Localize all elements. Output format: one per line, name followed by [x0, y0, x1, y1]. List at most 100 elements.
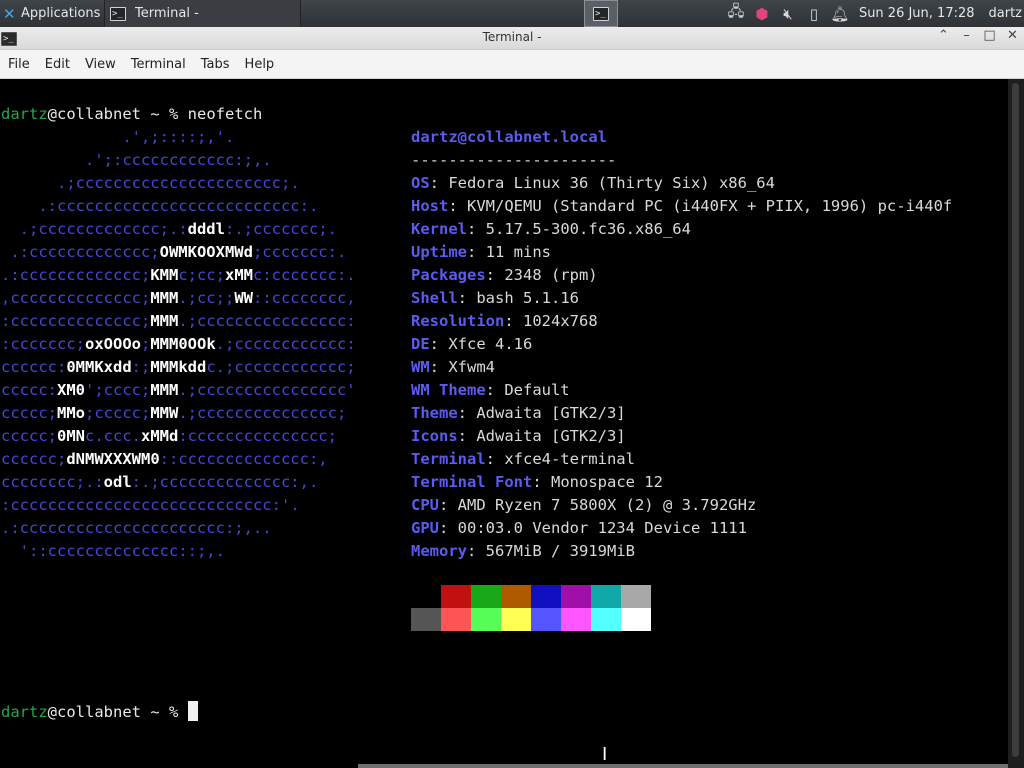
battery-icon[interactable]: ▯	[801, 5, 827, 23]
info-value: : 567MiB / 3919MiB	[467, 542, 635, 560]
logo-segment: .;ccccccccccccc;.:	[1, 220, 188, 238]
info-value: : Adwaita [GTK2/3]	[457, 427, 626, 445]
logo-line: .;cccccccccccccccccccccc;.	[1, 172, 300, 195]
info-key: Icons	[411, 427, 458, 445]
menubar: File Edit View Terminal Tabs Help	[0, 50, 1024, 79]
logo-segment: c;cc;	[178, 266, 225, 284]
system-tray: 🖧 ⬢ 🔇︎ ▯ 🔔︎ Sun 26 Jun, 17:28 dartz	[723, 0, 1024, 27]
logo-line: cccccc:0MMKxdd:;MMMkddc.;cccccccccccc;	[1, 356, 356, 379]
logo-line: cccccc;dNMWXXXWM0::cccccccccccccc:,	[1, 448, 328, 471]
logo-line: .';:cccccccccccc:;,.	[1, 149, 272, 172]
logo-f-segment: MMW	[150, 404, 179, 422]
menu-tabs[interactable]: Tabs	[201, 57, 230, 72]
palette-swatch	[621, 608, 651, 631]
info-row: Uptime: 11 mins	[411, 241, 551, 264]
window-resize-edge[interactable]	[358, 764, 1008, 768]
shade-button[interactable]: ⌃	[932, 28, 955, 43]
logo-segment: c.ccc.	[85, 427, 141, 445]
info-row: Memory: 567MiB / 3919MiB	[411, 540, 635, 563]
info-row: Shell: bash 5.1.16	[411, 287, 579, 310]
info-value: : Monospace 12	[532, 473, 663, 491]
logo-segment: ;ccccc;	[85, 404, 151, 422]
info-key: Terminal Font	[411, 473, 533, 491]
logo-line: .:ccccccccccccc;KMMc;cc;xMMc:ccccccc:.	[1, 264, 356, 287]
logo-line: .:ccccccccccccc;OWMKOOXMWd;ccccccc:.	[1, 241, 346, 264]
logo-line: :cccccccccccccccccccccccccccc:'.	[1, 494, 300, 517]
logo-segment: ccccc:	[1, 381, 57, 399]
palette-swatch	[501, 608, 531, 631]
palette-swatch	[471, 608, 501, 631]
package-icon[interactable]: ⬢	[749, 5, 775, 23]
prompt-user: dartz	[1, 105, 48, 123]
menu-help[interactable]: Help	[245, 57, 275, 72]
minimize-button[interactable]: –	[955, 28, 978, 43]
info-row: CPU: AMD Ryzen 7 5800X (2) @ 3.792GHz	[411, 494, 756, 517]
top-panel: ✕ Applications >_ Terminal - >_ 🖧 ⬢ 🔇︎ ▯…	[0, 0, 1024, 27]
prompt-path: ~ %	[141, 703, 188, 721]
close-button[interactable]: ✕	[1001, 28, 1024, 43]
logo-segment: :;	[131, 358, 151, 376]
clock[interactable]: Sun 26 Jun, 17:28	[859, 6, 975, 21]
workspace-switcher[interactable]: >_	[584, 0, 618, 27]
applications-menu-button[interactable]: ✕ Applications	[0, 0, 100, 27]
logo-f-segment: 0MMKxdd	[66, 358, 132, 376]
info-row: Terminal Font: Monospace 12	[411, 471, 663, 494]
applications-label: Applications	[21, 6, 101, 21]
logo-segment: cccccc:	[1, 358, 67, 376]
window-title: Terminal -	[482, 30, 542, 44]
menu-file[interactable]: File	[8, 57, 30, 72]
logo-segment: .;cccccccccccccccccccccc;.	[1, 174, 300, 192]
network-icon[interactable]: 🖧	[723, 1, 749, 26]
logo-segment: c:ccccccc:.	[252, 266, 356, 284]
logo-segment: :cccccccccccccccccccccccccccc:'.	[1, 496, 300, 514]
logo-segment: .';:cccccccccccc:;,.	[1, 151, 272, 169]
taskbar-button-terminal[interactable]: >_ Terminal -	[104, 0, 301, 27]
info-row: Terminal: xfce4-terminal	[411, 448, 635, 471]
info-key: Uptime	[411, 243, 467, 261]
user-menu[interactable]: dartz	[989, 6, 1022, 21]
scrollbar-thumb[interactable]	[1012, 83, 1019, 757]
notification-bell-icon[interactable]: 🔔︎	[827, 5, 853, 23]
logo-segment: .:cccccccccccccccccccccccccc:.	[1, 197, 319, 215]
logo-segment: .:cccccccccccccccccccccc:;,..	[1, 519, 272, 537]
info-key: Memory	[411, 542, 467, 560]
vertical-scrollbar[interactable]	[1008, 79, 1024, 768]
logo-f-segment: xMM	[224, 266, 253, 284]
command-text: neofetch	[187, 105, 263, 123]
info-key: OS	[411, 174, 430, 192]
logo-segment: .;cccccccccccccccc'	[178, 381, 356, 399]
palette-swatch	[411, 585, 441, 608]
volume-muted-icon[interactable]: 🔇︎	[775, 5, 801, 23]
info-key: Shell	[411, 289, 458, 307]
logo-segment: :ccccccccccccccc;	[178, 427, 337, 445]
terminal-output[interactable]: dartz@collabnet ~ % neofetch .',;::::;,'…	[0, 79, 1008, 768]
logo-segment: .:ccccccccccccc;	[1, 266, 151, 284]
info-value: : AMD Ryzen 7 5800X (2) @ 3.792GHz	[439, 496, 757, 514]
menu-view[interactable]: View	[85, 57, 116, 72]
menu-edit[interactable]: Edit	[45, 57, 70, 72]
menu-terminal[interactable]: Terminal	[131, 57, 186, 72]
info-value: : 5.17.5-300.fc36.x86_64	[467, 220, 691, 238]
logo-f-segment: WW	[234, 289, 253, 307]
maximize-button[interactable]: □	[978, 28, 1001, 43]
info-value: : 11 mins	[467, 243, 551, 261]
prompt-line[interactable]: dartz@collabnet ~ %	[1, 701, 198, 724]
logo-f-segment: odl	[103, 473, 132, 491]
info-key: GPU	[411, 519, 439, 537]
window-titlebar[interactable]: >_ Terminal - ⌃ – □ ✕	[0, 27, 1024, 50]
logo-line: .:cccccccccccccccccccccc:;,..	[1, 517, 272, 540]
info-row: WM: Xfwm4	[411, 356, 495, 379]
palette-swatch	[501, 585, 531, 608]
info-header: dartz@collabnet.local	[411, 126, 607, 149]
info-value: : 00:03.0 Vendor 1234 Device 1111	[439, 519, 747, 537]
logo-segment: ';cccc;	[85, 381, 151, 399]
logo-f-segment: KMM	[150, 266, 179, 284]
palette-swatch	[441, 585, 471, 608]
palette-swatch	[561, 608, 591, 631]
logo-segment: :.;ccccccc;.	[224, 220, 337, 238]
palette-swatch	[531, 585, 561, 608]
info-value: : 1024x768	[504, 312, 598, 330]
info-row: Kernel: 5.17.5-300.fc36.x86_64	[411, 218, 691, 241]
prompt-user: dartz	[1, 703, 48, 721]
logo-line: ccccc:XM0';cccc;MMM.;cccccccccccccccc'	[1, 379, 356, 402]
